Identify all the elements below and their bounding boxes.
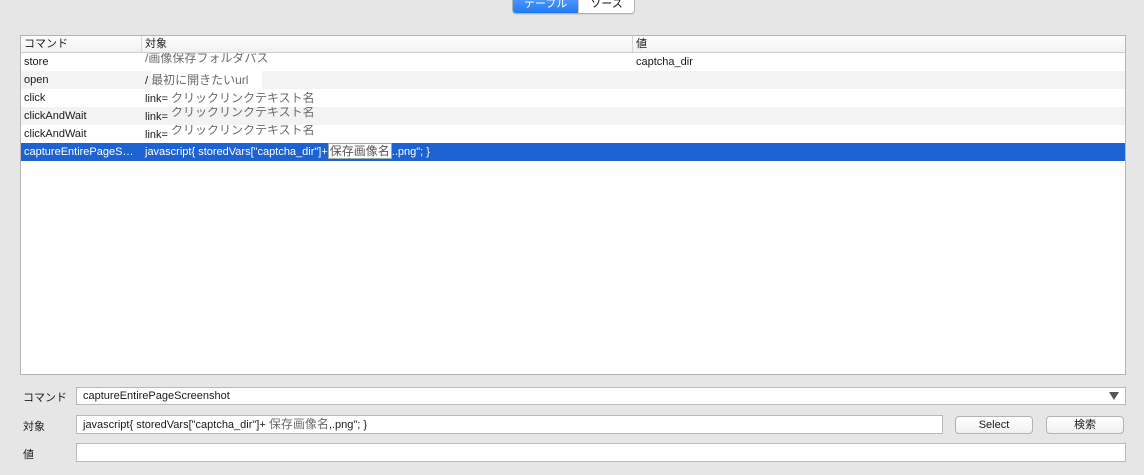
cell-value	[633, 125, 1125, 143]
table-row[interactable]: clickAndWait link= クリックリンクテキスト名	[21, 125, 1125, 143]
cell-value: captcha_dir	[636, 56, 693, 68]
command-table: コマンド 対象 値 store /画像保存フォルダパス captcha_dir …	[20, 35, 1126, 375]
cell-target: link= クリックリンクテキスト名	[142, 125, 633, 143]
cell-command: store	[24, 56, 49, 68]
value-input[interactable]	[76, 443, 1126, 462]
cell-value	[633, 107, 1125, 125]
target-input-prefix: javascript{ storedVars["captcha_dir"]+	[83, 419, 269, 431]
target-prefix: link=	[145, 93, 168, 105]
target-placeholder: クリックリンクテキスト名	[171, 91, 315, 105]
cell-target: / 最初に開きたいurl	[142, 71, 633, 89]
table-row[interactable]: click link= クリックリンクテキスト名	[21, 89, 1125, 107]
view-tabs: テーブル ソース	[512, 0, 635, 14]
target-prefix: javascript{ storedVars["captcha_dir"]+	[145, 146, 328, 158]
target-placeholder: 最初に開きたいurl	[151, 71, 263, 89]
cell-target: javascript{ storedVars["captcha_dir"]+ 保存…	[142, 143, 633, 161]
cell-command: click	[24, 92, 46, 104]
target-input-placeholder: 保存画像名	[268, 417, 329, 431]
cell-value	[633, 71, 1125, 89]
target-suffix: ..png"; }	[391, 146, 430, 158]
target-placeholder: /画像保存フォルダパス	[145, 53, 269, 65]
command-label: コマンド	[23, 392, 67, 404]
target-prefix: link=	[145, 129, 168, 141]
select-button[interactable]: Select	[955, 416, 1033, 434]
search-button[interactable]: 検索	[1046, 416, 1124, 434]
target-input[interactable]: javascript{ storedVars["captcha_dir"]+ 保…	[76, 415, 943, 434]
table-row[interactable]: clickAndWait link= クリックリンクテキスト名	[21, 107, 1125, 125]
target-prefix: link=	[145, 111, 168, 123]
cell-command: clickAndWait	[24, 128, 87, 140]
table-row-selected[interactable]: captureEntirePageS… javascript{ storedVa…	[21, 143, 1125, 161]
target-prefix: /	[145, 75, 149, 87]
table-row[interactable]: open / 最初に開きたいurl	[21, 71, 1125, 89]
target-placeholder: 保存画像名	[327, 143, 392, 159]
cell-target: link= クリックリンクテキスト名	[142, 89, 633, 107]
target-input-suffix: ,.png"; }	[328, 419, 368, 431]
table-row[interactable]: store /画像保存フォルダパス captcha_dir	[21, 53, 1125, 71]
target-placeholder: クリックリンクテキスト名	[171, 107, 315, 119]
column-header-command[interactable]: コマンド	[21, 36, 142, 52]
cell-target: /画像保存フォルダパス	[142, 53, 633, 71]
cell-command: clickAndWait	[24, 110, 87, 122]
command-combobox-value: captureEntirePageScreenshot	[83, 390, 230, 402]
command-combobox[interactable]: captureEntirePageScreenshot	[76, 387, 1126, 405]
column-header-target[interactable]: 対象	[142, 36, 633, 52]
target-label: 対象	[23, 421, 45, 433]
tab-source[interactable]: ソース	[578, 0, 633, 13]
cell-target: link= クリックリンクテキスト名	[142, 107, 633, 125]
cell-value	[633, 143, 1125, 161]
tab-table[interactable]: テーブル	[513, 0, 579, 13]
cell-command: open	[24, 74, 49, 86]
table-header: コマンド 対象 値	[21, 36, 1125, 53]
dropdown-arrow-icon[interactable]	[1109, 392, 1119, 400]
target-placeholder: クリックリンクテキスト名	[171, 125, 315, 137]
cell-value	[633, 89, 1125, 107]
cell-command: captureEntirePageS…	[24, 146, 134, 158]
column-header-value[interactable]: 値	[633, 36, 1125, 52]
value-label: 値	[23, 449, 34, 461]
